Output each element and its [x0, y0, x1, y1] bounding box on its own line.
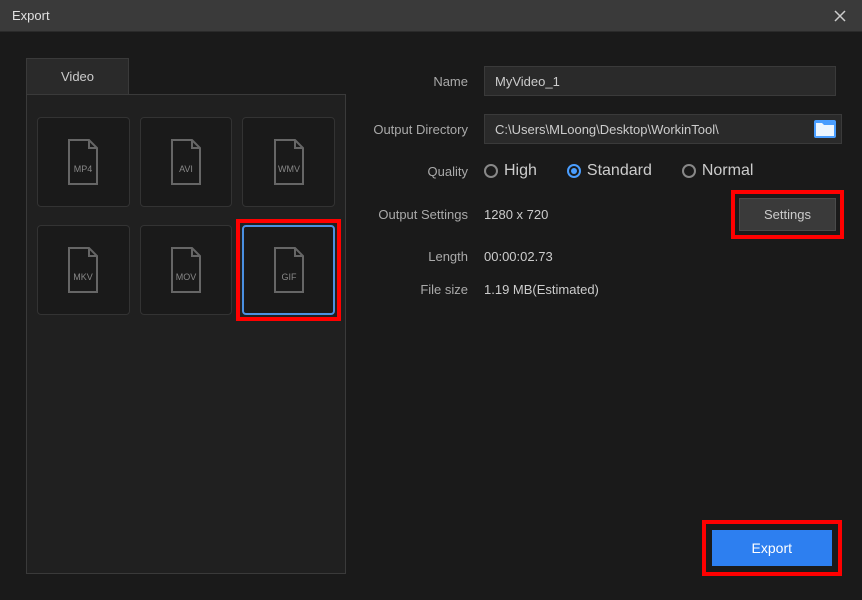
name-input[interactable]	[484, 66, 836, 96]
file-icon: AVI	[166, 138, 206, 186]
file-icon: MKV	[63, 246, 103, 294]
title-bar: Export	[0, 0, 862, 32]
tab-bar: Video	[26, 58, 346, 94]
svg-text:WMV: WMV	[278, 164, 300, 174]
file-icon: GIF	[269, 246, 309, 294]
output-settings-label: Output Settings	[364, 207, 484, 222]
close-button[interactable]	[830, 6, 850, 26]
file-icon: MP4	[63, 138, 103, 186]
filesize-row: File size 1.19 MB(Estimated)	[364, 282, 836, 297]
quality-normal-radio[interactable]: Normal	[682, 162, 754, 180]
quality-radio-group: High Standard Normal	[484, 162, 753, 180]
quality-high-label: High	[504, 162, 537, 180]
svg-text:MP4: MP4	[74, 164, 93, 174]
name-row: Name	[364, 66, 836, 96]
svg-text:GIF: GIF	[281, 272, 297, 282]
output-settings-value: 1280 x 720	[484, 207, 739, 222]
format-grid: MP4 AVI WMV MKV MOV	[26, 94, 346, 574]
svg-text:MKV: MKV	[74, 272, 94, 282]
length-value: 00:00:02.73	[484, 249, 836, 264]
format-mkv[interactable]: MKV	[37, 225, 130, 315]
settings-button[interactable]: Settings	[739, 198, 836, 231]
filesize-value: 1.19 MB(Estimated)	[484, 282, 836, 297]
file-icon: MOV	[166, 246, 206, 294]
svg-text:AVI: AVI	[179, 164, 193, 174]
output-dir-row: Output Directory	[364, 114, 836, 144]
quality-standard-label: Standard	[587, 162, 652, 180]
output-dir-label: Output Directory	[364, 122, 484, 137]
name-label: Name	[364, 74, 484, 89]
tab-video[interactable]: Video	[26, 58, 129, 94]
output-dir-input[interactable]	[484, 114, 842, 144]
quality-label: Quality	[364, 164, 484, 179]
format-avi[interactable]: AVI	[140, 117, 233, 207]
content-area: Video MP4 AVI WMV MKV	[0, 32, 862, 600]
filesize-label: File size	[364, 282, 484, 297]
browse-folder-button[interactable]	[814, 120, 836, 138]
file-icon: WMV	[269, 138, 309, 186]
length-row: Length 00:00:02.73	[364, 249, 836, 264]
folder-icon	[814, 120, 836, 138]
close-icon	[834, 10, 846, 22]
footer: Export	[364, 530, 836, 574]
export-button[interactable]: Export	[712, 530, 832, 566]
svg-text:MOV: MOV	[176, 272, 197, 282]
right-panel: Name Output Directory Quality High Stand…	[356, 58, 836, 574]
format-gif[interactable]: GIF	[242, 225, 335, 315]
format-mov[interactable]: MOV	[140, 225, 233, 315]
radio-icon	[682, 164, 696, 178]
format-mp4[interactable]: MP4	[37, 117, 130, 207]
radio-icon	[567, 164, 581, 178]
radio-icon	[484, 164, 498, 178]
length-label: Length	[364, 249, 484, 264]
left-panel: Video MP4 AVI WMV MKV	[26, 58, 346, 574]
window-title: Export	[12, 8, 50, 23]
output-settings-row: Output Settings 1280 x 720 Settings	[364, 198, 836, 231]
format-wmv[interactable]: WMV	[242, 117, 335, 207]
quality-row: Quality High Standard Normal	[364, 162, 836, 180]
quality-normal-label: Normal	[702, 162, 754, 180]
quality-high-radio[interactable]: High	[484, 162, 537, 180]
quality-standard-radio[interactable]: Standard	[567, 162, 652, 180]
